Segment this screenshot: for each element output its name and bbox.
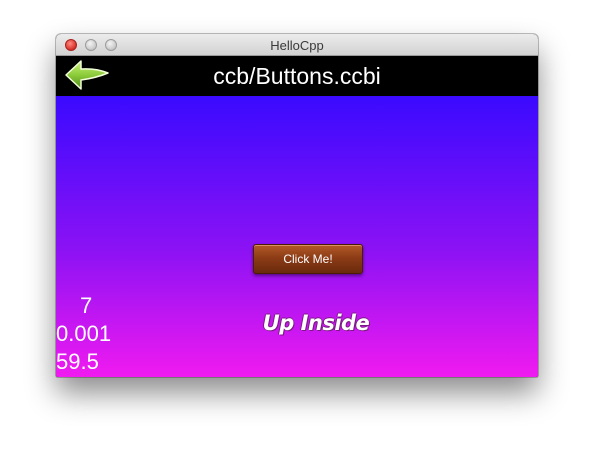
app-window: HelloCpp ccb/Buttons.ccbi Click Me! Up I… xyxy=(56,34,538,377)
click-me-button[interactable]: Click Me! xyxy=(253,244,363,274)
draw-calls-stat: 7 xyxy=(80,293,93,318)
fps-stat: 59.5 xyxy=(56,349,99,374)
debug-stats: 7 0.001 59.5 xyxy=(56,292,136,376)
scene-title: ccb/Buttons.ccbi xyxy=(213,63,381,89)
window-title: HelloCpp xyxy=(270,38,324,53)
scene-stage: Click Me! Up Inside 7 0.001 59.5 xyxy=(56,96,538,377)
button-state-label: Up Inside xyxy=(262,311,370,335)
title-bar: HelloCpp xyxy=(56,34,538,56)
scene-header: ccb/Buttons.ccbi xyxy=(56,56,538,96)
frame-time-stat: 0.001 xyxy=(56,321,112,346)
